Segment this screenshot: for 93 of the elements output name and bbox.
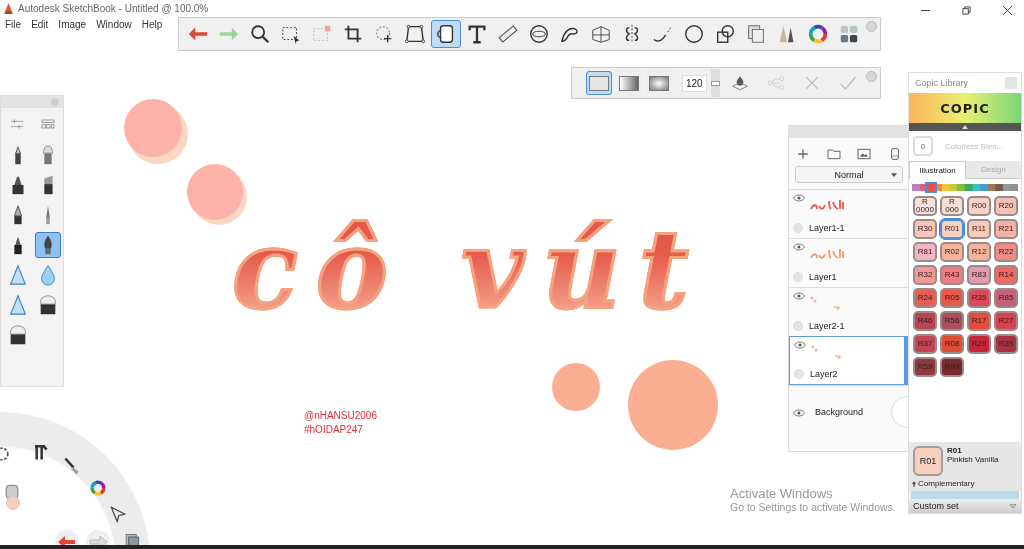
- panel-title: Copic Library: [915, 78, 969, 88]
- layer-row[interactable]: Layer2: [789, 336, 909, 385]
- activation-title: Activate Windows: [730, 486, 833, 501]
- tolerance-slider[interactable]: [710, 69, 720, 97]
- slider-thumb[interactable]: [710, 81, 720, 86]
- layer-name: Layer1-1: [809, 223, 845, 233]
- menu-item[interactable]: Image: [58, 18, 87, 30]
- radio-icon[interactable]: [793, 223, 803, 233]
- blender-name: Colorless Blen...: [945, 141, 1004, 151]
- restore-icon[interactable]: [962, 5, 971, 15]
- color-swatch[interactable]: R27: [994, 311, 1018, 331]
- color-swatch[interactable]: R21: [994, 219, 1018, 239]
- image-icon[interactable]: [856, 146, 873, 162]
- hue-swatch[interactable]: [912, 184, 920, 191]
- hue-swatch[interactable]: [965, 184, 973, 191]
- hue-swatch[interactable]: [957, 184, 966, 191]
- layer-name: Layer1: [809, 272, 837, 282]
- menu-item[interactable]: Window: [96, 18, 132, 30]
- folder-icon[interactable]: [825, 146, 842, 162]
- hue-swatch[interactable]: [942, 184, 950, 191]
- color-wheel-icon[interactable]: [88, 478, 108, 498]
- color-swatch[interactable]: R12: [967, 242, 991, 262]
- color-swatch[interactable]: R08: [940, 334, 964, 354]
- color-swatch[interactable]: R14: [994, 265, 1018, 285]
- complementary-label: Complementary: [918, 479, 975, 488]
- eye-icon[interactable]: [793, 243, 805, 251]
- color-swatch[interactable]: R35: [967, 288, 991, 308]
- caret-icon: [1010, 504, 1016, 508]
- color-swatch[interactable]: R20: [994, 196, 1018, 216]
- caret-icon: [891, 172, 897, 177]
- close-icon[interactable]: [1003, 5, 1012, 15]
- blend-mode-dropdown[interactable]: Normal: [795, 166, 903, 183]
- ink-pen-icon[interactable]: [35, 232, 61, 258]
- brush-settings-icon[interactable]: [8, 116, 25, 132]
- hue-swatch[interactable]: [949, 184, 958, 191]
- current-swatch: R01: [913, 446, 943, 476]
- selection-arrow-icon[interactable]: [108, 504, 128, 524]
- current-color-swatch[interactable]: [6, 496, 20, 510]
- color-swatch[interactable]: R32: [913, 265, 937, 285]
- collapse-icon[interactable]: [962, 125, 968, 129]
- color-swatch[interactable]: R85: [994, 288, 1018, 308]
- eye-icon[interactable]: [793, 194, 805, 202]
- color-swatch[interactable]: R81: [913, 242, 937, 262]
- radio-icon[interactable]: [793, 272, 803, 282]
- layer-name: Layer2-1: [809, 321, 845, 331]
- layer-name: Background: [815, 406, 864, 417]
- color-swatch[interactable]: R24: [913, 288, 937, 308]
- color-swatch[interactable]: R11: [967, 219, 991, 239]
- bucket-icon[interactable]: [431, 20, 461, 48]
- fill-mode-button[interactable]: [586, 71, 612, 95]
- color-swatch[interactable]: R05: [940, 288, 964, 308]
- color-swatch[interactable]: R 0000: [913, 196, 937, 216]
- color-swatch[interactable]: R30: [913, 219, 937, 239]
- eye-icon[interactable]: [793, 408, 805, 417]
- activation-text: Go to Settings to activate Windows.: [730, 501, 896, 513]
- hue-swatch[interactable]: [1002, 184, 1011, 191]
- hue-swatch[interactable]: [1010, 184, 1019, 191]
- add-icon[interactable]: [795, 146, 811, 162]
- hue-swatch[interactable]: [972, 184, 981, 191]
- color-swatch[interactable]: R43: [940, 265, 964, 285]
- hue-swatch[interactable]: [980, 184, 988, 191]
- eye-icon[interactable]: [793, 292, 805, 300]
- color-code: R01: [947, 446, 963, 455]
- signature-text: @nHANSU2006: [304, 409, 377, 423]
- layer-name: Layer2: [810, 369, 838, 379]
- menu-item[interactable]: Help: [141, 18, 163, 30]
- menu-item[interactable]: Edit: [31, 18, 49, 30]
- tab[interactable]: Illustration: [909, 161, 966, 179]
- color-swatch[interactable]: R02: [940, 242, 964, 262]
- eye-icon[interactable]: [794, 341, 806, 349]
- color-name: Pinkish Vanilla: [947, 455, 999, 464]
- color-swatch[interactable]: R17: [967, 311, 991, 331]
- color-swatch[interactable]: R 000: [940, 196, 964, 216]
- color-swatch[interactable]: R01: [940, 219, 964, 239]
- arrow-icon: [912, 480, 916, 487]
- signature-text: #hOIDAP247: [304, 423, 364, 437]
- hue-swatch[interactable]: [927, 184, 935, 191]
- brush-grid-icon[interactable]: [39, 116, 56, 132]
- radio-icon[interactable]: [794, 369, 804, 379]
- copic-logo: COPIC: [940, 100, 990, 116]
- hue-swatch[interactable]: [987, 184, 996, 191]
- color-swatch[interactable]: R83: [967, 265, 991, 285]
- window-title: Autodesk SketchBook - Untitled @ 100.0%: [18, 2, 209, 14]
- set-dropdown[interactable]: Custom set: [909, 499, 1021, 513]
- hue-swatch[interactable]: [995, 184, 1003, 191]
- app-logo-icon: [4, 2, 13, 14]
- color-swatch[interactable]: R00: [967, 196, 991, 216]
- tolerance-field[interactable]: 120: [682, 74, 707, 92]
- hue-swatch[interactable]: [934, 184, 943, 191]
- radio-icon[interactable]: [793, 321, 803, 331]
- color-swatch[interactable]: R22: [994, 242, 1018, 262]
- menu-item[interactable]: File: [5, 18, 22, 30]
- blender-swatch[interactable]: 0: [913, 136, 933, 156]
